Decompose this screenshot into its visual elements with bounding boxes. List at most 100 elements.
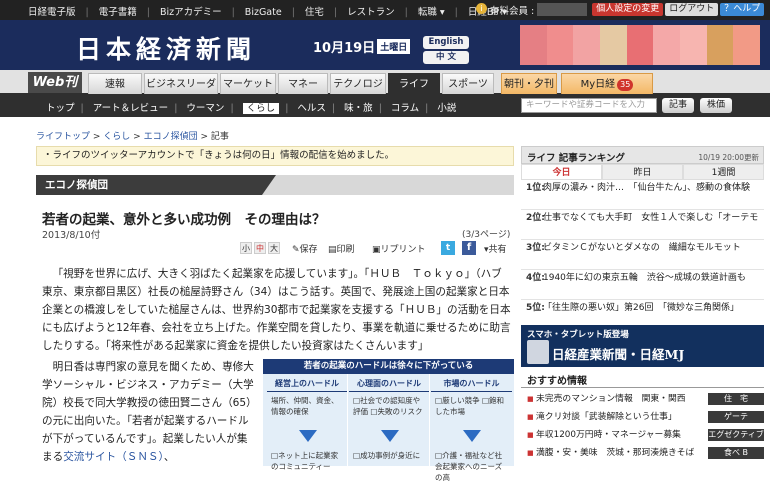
sns-link[interactable]: 交流サイト（ＳＮＳ） <box>63 451 164 463</box>
font-large-button[interactable]: 大 <box>268 242 280 254</box>
recommend-item[interactable]: ■ 満腹・安・美味 茨城・那珂湊焼きそば 食べ B <box>521 446 764 460</box>
tab-business-leader[interactable]: ビジネスリーダー <box>144 73 218 111</box>
facebook-icon[interactable]: f <box>462 241 476 255</box>
category-label[interactable]: エコノ探偵団 <box>36 175 262 195</box>
page-indicator: (3/3ページ) <box>462 230 511 240</box>
top-bar: 日経電子版 | 電子書籍 | Bizアカデミー | BizGate | 住宅 | レストラン | 転職 … <box>0 0 770 20</box>
advertisement-banner[interactable] <box>520 25 761 65</box>
figure-column-head: 市場のハードル <box>431 374 512 392</box>
ranking-tab-yesterday[interactable]: 昨日 <box>602 164 683 180</box>
reprint-icon: ▣ <box>372 245 381 255</box>
top-link[interactable]: BizGate <box>245 7 282 18</box>
tab-sokuho[interactable]: 速報 <box>88 73 142 94</box>
figure-column: 経営上のハードル 場所、仲間、資金、情報の確保 □ネット上に起業家のコミュニティ… <box>267 374 348 471</box>
ranking-text: 肉厚の濃み・肉汁… 「仙台牛たん」、感動の食体験 <box>543 183 751 193</box>
hurdle-figure[interactable]: 若者の起業のハードルは徐々に下がっている 経営上のハードル 場所、仲間、資金、情… <box>263 359 514 482</box>
subnav-item-art[interactable]: アート＆レビュー <box>93 103 168 114</box>
web-kan-logo[interactable]: Web刊 <box>28 72 82 93</box>
twitter-icon[interactable]: t <box>441 241 455 255</box>
ad-color-block <box>600 25 627 65</box>
tab-life[interactable]: ライフ <box>388 73 440 94</box>
tab-sports[interactable]: スポーツ <box>442 73 494 94</box>
share-button[interactable]: ▾共有 <box>484 242 507 255</box>
ranking-item[interactable]: 3位: ビタミンＣがないとダメなの 繊細なモルモット <box>521 240 764 270</box>
ranking-item[interactable]: 1位: 肉厚の濃み・肉汁… 「仙台牛たん」、感動の食体験 <box>521 180 764 210</box>
subnav-item-top[interactable]: トップ <box>46 103 75 114</box>
print-icon: ▤ <box>328 245 337 255</box>
figure-column-head: 心理面のハードル <box>349 374 429 392</box>
figure-column-result: □成功事例が身近に <box>353 451 421 460</box>
subnav-item-novel[interactable]: 小説 <box>437 103 456 114</box>
figure-column-head: 経営上のハードル <box>267 374 347 392</box>
top-link[interactable]: レストラン <box>347 7 395 18</box>
stock-search-button[interactable]: 株価 <box>700 98 732 113</box>
subnav-item-health[interactable]: ヘルス <box>297 103 326 114</box>
nikkei-logo[interactable]: 日本経済新聞 <box>76 30 256 66</box>
settings-change-button[interactable]: 個人設定の変更 <box>592 3 664 16</box>
member-name-redacted <box>537 3 588 16</box>
ranking-item[interactable]: 2位: 仕事でなくても大手町 女性１人で楽しむ「オーテモ <box>521 210 764 240</box>
bullet-icon: ■ <box>527 431 534 439</box>
tab-my-nikkei[interactable]: My日経 35 <box>561 73 653 94</box>
recommend-text: 滝クリ対談「武装解除という仕事」 <box>536 412 677 422</box>
article-toolbar: 小 中 大 ✎保存 ▤印刷 ▣リプリント t f ▾共有 <box>238 240 518 257</box>
recommend-item[interactable]: ■ 未完売のマンション情報 関東・関西 住 宅 <box>521 392 764 406</box>
font-medium-button[interactable]: 中 <box>254 242 266 254</box>
font-small-button[interactable]: 小 <box>240 242 252 254</box>
tab-technology[interactable]: テクノロジー <box>330 73 386 111</box>
subnav-item-food-travel[interactable]: 味・旅 <box>344 103 373 114</box>
sub-nav: トップ | アート＆レビュー | ウーマン | くらし | ヘルス | 味・旅 | コラム |… <box>0 96 770 117</box>
figure-column-text: □厳しい競争 □飽和した市場 <box>435 396 505 416</box>
figure-column-text: 場所、仲間、資金、情報の確保 <box>271 396 339 416</box>
top-link[interactable]: 転職 ▾ <box>418 7 445 18</box>
subnav-item-woman[interactable]: ウーマン <box>186 103 224 114</box>
ranking-item[interactable]: 4位: 1940年に幻の東京五輪 渋谷～成城の鉄道計画も <box>521 270 764 300</box>
breadcrumb-link[interactable]: ライフトップ <box>36 132 90 142</box>
top-link[interactable]: 電子書籍 <box>99 7 137 18</box>
chinese-button[interactable]: 中 文 <box>423 51 469 64</box>
notice-banner[interactable]: ・ライフのツイッターアカウントで「きょうは何の日」情報の配信を始めました。 <box>36 146 514 166</box>
reprint-button[interactable]: ▣リプリント <box>372 242 426 255</box>
top-link[interactable]: Bizアカデミー <box>160 7 222 18</box>
info-icon: i <box>476 3 487 14</box>
recommend-text: 未完売のマンション情報 関東・関西 <box>536 394 686 404</box>
article-lead-paragraph: 「視野を世界に広げ、大きく羽ばたく起業家を応援しています」。「ＨＵＢ Ｔｏｋｙｏ… <box>42 268 511 352</box>
recommend-item[interactable]: ■ 年収1200万円時・マネージャー募集 エグゼクティブ <box>521 428 764 442</box>
figure-column-result: □ネット上に起業家のコミュニティー <box>271 451 339 471</box>
breadcrumb-link[interactable]: エコノ探偵団 <box>144 132 198 142</box>
ranking-item[interactable]: 5位: 「往生際の悪い奴」第26回 「微妙な三角関係」 <box>521 300 764 328</box>
ad-color-block <box>653 25 681 65</box>
top-links: 日経電子版 | 電子書籍 | Bizアカデミー | BizGate | 住宅 | レストラン | 転職 … <box>28 7 507 18</box>
breadcrumb-link[interactable]: くらし <box>103 132 130 142</box>
subnav-item-column[interactable]: コラム <box>391 103 419 114</box>
recommend-tag: 住 宅 <box>708 393 764 405</box>
tab-morning-evening[interactable]: 朝刊・夕刊 <box>501 73 557 94</box>
promo-line1: スマホ・タブレット版登場 <box>527 330 629 340</box>
top-link[interactable]: 日経電子版 <box>28 7 76 18</box>
figure-column: 心理面のハードル □社会での認知度や評価 □失敗のリスク □成功事例が身近に <box>349 374 430 466</box>
figure-column-result: □介護・福祉など社会起業家へのニーズの高 <box>435 451 503 482</box>
search-input[interactable]: キーワードや証券コードを入力 <box>521 98 657 113</box>
help-button[interactable]: ？ヘルプ <box>720 3 765 16</box>
ranking-text: 仕事でなくても大手町 女性１人で楽しむ「オーテモ <box>543 213 759 223</box>
ranking-text: ビタミンＣがないとダメなの 繊細なモルモット <box>543 243 741 253</box>
arrow-down-icon <box>463 430 481 442</box>
ranking-header: ライフ 記事ランキング 10/19 20:00更新 <box>521 146 764 164</box>
tab-money[interactable]: マネー <box>278 73 328 94</box>
ranking-tab-today[interactable]: 今日 <box>521 164 602 180</box>
logout-button[interactable]: ログアウト <box>665 3 719 16</box>
recommend-panel: おすすめ情報 ■ 未完売のマンション情報 関東・関西住 宅 ■ 滝クリ対談「武装解除… <box>521 372 764 466</box>
print-button[interactable]: ▤印刷 <box>328 242 355 255</box>
ranking-tab-week[interactable]: 1週間 <box>683 164 764 180</box>
bullet-icon: ■ <box>527 395 534 403</box>
app-promo-banner[interactable]: スマホ・タブレット版登場 日経産業新聞・日経MJ <box>521 325 764 367</box>
tab-market[interactable]: マーケット <box>220 73 276 94</box>
save-button[interactable]: ✎保存 <box>292 242 318 255</box>
masthead-date: 10月19日 土曜日 <box>313 37 411 56</box>
english-button[interactable]: English <box>423 36 469 49</box>
recommend-item[interactable]: ■ 滝クリ対談「武装解除という仕事」 ゲーテ <box>521 410 764 424</box>
subnav-item-kurashi[interactable]: くらし <box>242 103 280 114</box>
recommend-tag: エグゼクティブ <box>708 429 764 441</box>
top-link[interactable]: 住宅 <box>305 7 324 18</box>
article-search-button[interactable]: 記事 <box>662 98 694 113</box>
